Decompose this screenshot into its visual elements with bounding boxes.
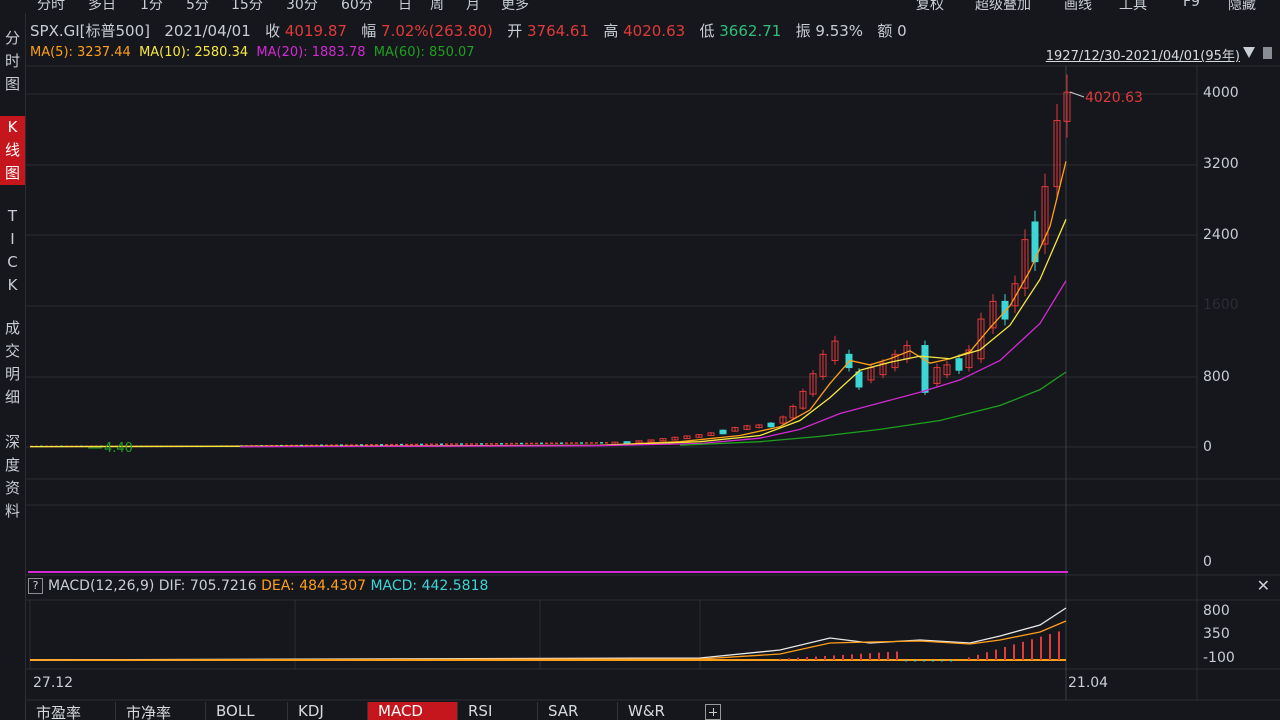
price-axis-label: 0 <box>1203 439 1212 455</box>
candle <box>390 443 393 446</box>
candle <box>505 442 508 445</box>
candle <box>500 442 503 445</box>
candle <box>475 443 478 445</box>
candle <box>520 442 523 445</box>
candle <box>455 443 458 445</box>
candle <box>575 442 578 444</box>
candle <box>425 443 428 446</box>
candle <box>490 443 493 445</box>
candle <box>385 443 388 446</box>
indicator-tab[interactable]: BOLL <box>205 702 287 720</box>
candle <box>595 442 598 444</box>
candle <box>719 429 727 435</box>
candle <box>590 442 593 444</box>
ma10-line <box>29 219 1067 448</box>
macd-dea: DEA: 484.4307 <box>261 578 367 594</box>
candle <box>570 442 573 444</box>
price-axis-label: 2400 <box>1203 227 1239 243</box>
ma60-line <box>679 371 1067 446</box>
indicator-tab[interactable]: KDJ <box>287 702 367 720</box>
candle <box>450 443 453 445</box>
indicator-tab[interactable]: 市净率 <box>115 702 205 720</box>
dif-line <box>29 607 1067 661</box>
macd-axis-label: 800 <box>1203 603 1230 619</box>
candle <box>767 422 775 428</box>
candle <box>580 442 583 444</box>
price-axis-label: 3200 <box>1203 156 1239 172</box>
candle <box>380 444 383 446</box>
candle <box>440 443 443 445</box>
candle <box>550 442 553 445</box>
candle <box>400 443 403 446</box>
candle <box>485 443 488 445</box>
candle <box>585 442 588 444</box>
candle <box>445 443 448 445</box>
help-icon[interactable]: ? <box>28 578 43 594</box>
candle <box>605 442 608 444</box>
candle <box>495 443 498 445</box>
candle <box>515 442 518 445</box>
candle <box>540 442 543 445</box>
price-axis-label: 4000 <box>1203 85 1239 101</box>
candle <box>510 442 513 445</box>
candle <box>415 443 418 446</box>
candle <box>525 442 528 445</box>
candle <box>855 371 863 388</box>
candle <box>480 443 483 445</box>
candle <box>410 443 413 446</box>
min-price-label: 4.40 <box>104 441 133 456</box>
close-icon[interactable]: ✕ <box>1257 576 1270 595</box>
macd-header: ? MACD(12,26,9) DIF: 705.7216 DEA: 484.43… <box>28 578 488 594</box>
candle <box>600 442 603 444</box>
indicator-tab[interactable]: 市盈率 <box>25 702 115 720</box>
candle <box>1001 300 1009 320</box>
candle <box>545 442 548 445</box>
candle <box>560 442 563 444</box>
indicator-tab[interactable]: RSI <box>457 702 537 720</box>
macd-axis-label: -100 <box>1203 650 1235 666</box>
candle <box>555 442 558 444</box>
macd-title: MACD(12,26,9) <box>48 578 155 594</box>
candle <box>470 443 473 445</box>
macd-value: MACD: 442.5818 <box>370 578 489 594</box>
macd-dif: DIF: 705.7216 <box>158 578 257 594</box>
candle <box>530 442 533 445</box>
indicator-tabs: 市盈率 市净率 BOLL KDJ MACD RSI SAR W&R <box>25 702 1280 720</box>
indicator-tab[interactable]: SAR <box>537 702 617 720</box>
candle <box>921 345 929 393</box>
candle <box>955 358 963 371</box>
macd-axis-label: 350 <box>1203 626 1230 642</box>
candle <box>565 442 568 444</box>
candle <box>420 443 423 446</box>
volume-axis-label: 0 <box>1203 554 1212 570</box>
add-tab-icon[interactable] <box>705 704 721 720</box>
ma5-line <box>29 161 1067 448</box>
max-price-label: 4020.63 <box>1085 90 1143 106</box>
candle <box>405 443 408 446</box>
candle <box>460 443 463 445</box>
indicator-tab[interactable]: W&R <box>617 702 705 720</box>
candle <box>465 443 468 445</box>
price-axis-label: 1600 <box>1203 297 1239 313</box>
candle <box>430 443 433 446</box>
time-axis-end: 21.04 <box>1068 675 1109 691</box>
candle <box>435 443 438 446</box>
candle <box>395 443 398 446</box>
indicator-tab[interactable]: MACD <box>367 702 457 720</box>
time-axis-start: 27.12 <box>33 675 74 691</box>
kline-chart[interactable]: 4020.63 4.40 <box>0 0 1280 720</box>
price-axis-label: 800 <box>1203 369 1230 385</box>
candle <box>535 442 538 445</box>
